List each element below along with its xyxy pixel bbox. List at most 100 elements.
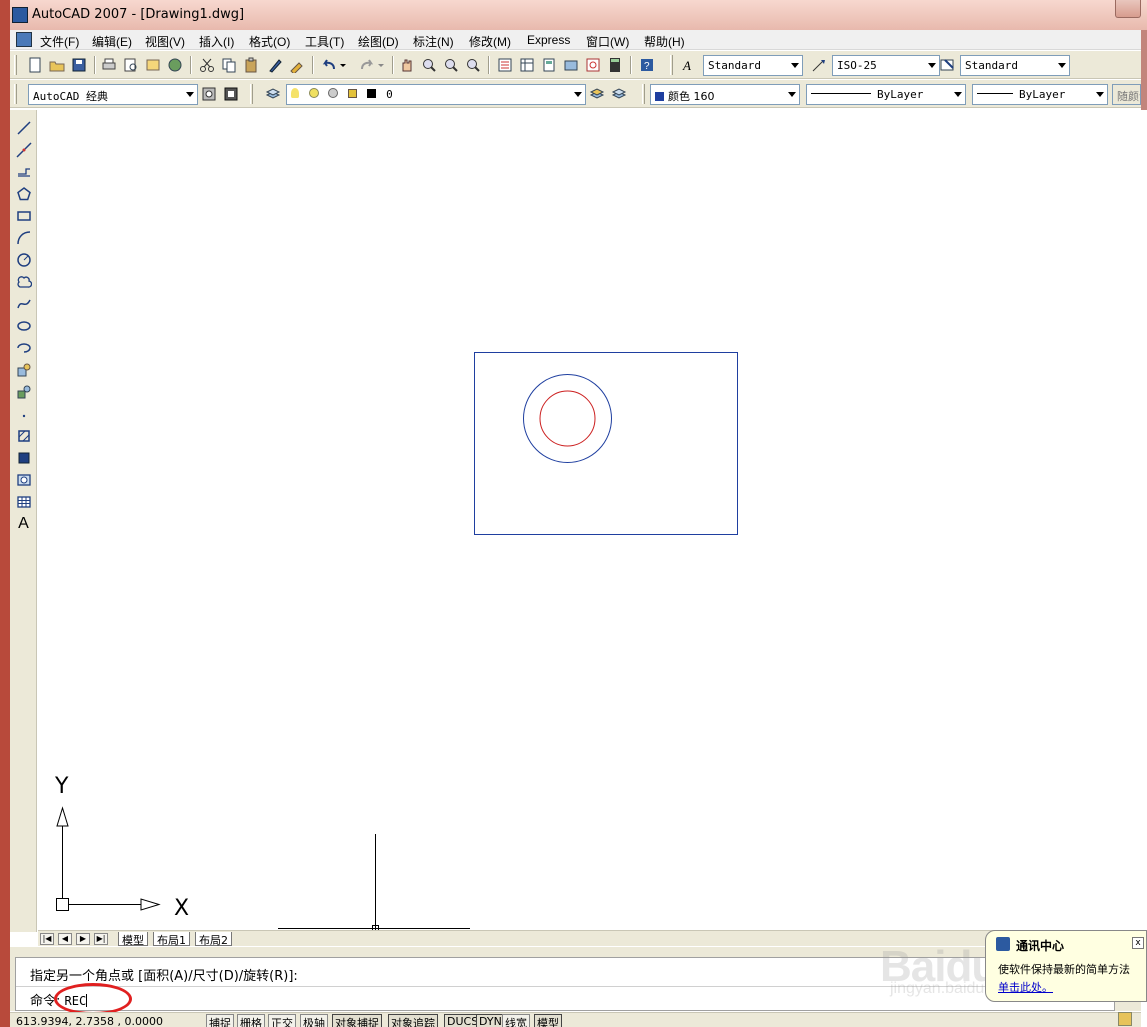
- ortho-toggle[interactable]: 正交: [268, 1014, 296, 1027]
- menu-express[interactable]: Express: [527, 33, 570, 47]
- toolbar-grip[interactable]: [250, 84, 253, 104]
- make-block-icon[interactable]: [14, 382, 33, 401]
- save-icon[interactable]: [70, 56, 88, 74]
- markup-icon[interactable]: [584, 56, 602, 74]
- redo-icon[interactable]: [358, 56, 376, 74]
- color-select[interactable]: 颜色 160: [650, 84, 800, 105]
- toolbar-grip[interactable]: [670, 55, 673, 75]
- tab-layout2[interactable]: 布局2: [195, 932, 232, 947]
- toolbar-grip[interactable]: [14, 84, 17, 104]
- spline-icon[interactable]: [14, 294, 33, 313]
- tab-model[interactable]: 模型: [118, 932, 148, 947]
- menu-file[interactable]: 文件(F): [40, 33, 79, 50]
- point-icon[interactable]: [14, 404, 33, 423]
- undo-dropdown-icon[interactable]: [338, 56, 348, 74]
- autocad-app-icon[interactable]: [12, 7, 28, 23]
- undo-icon[interactable]: [320, 56, 338, 74]
- tab-layout1[interactable]: 布局1: [153, 932, 190, 947]
- make-object-layer-current-icon[interactable]: [588, 85, 606, 103]
- last-tab-icon[interactable]: ▶|: [94, 933, 108, 945]
- help-icon[interactable]: ?: [638, 56, 656, 74]
- construction-line-icon[interactable]: [14, 140, 33, 159]
- open-icon[interactable]: [48, 56, 66, 74]
- hatch-icon[interactable]: [14, 426, 33, 445]
- polygon-icon[interactable]: [14, 184, 33, 203]
- menu-format[interactable]: 格式(O): [249, 33, 290, 50]
- balloon-link[interactable]: 单击此处。: [998, 979, 1053, 995]
- menu-modify[interactable]: 修改(M): [469, 33, 511, 50]
- zoom-realtime-icon[interactable]: [420, 56, 438, 74]
- osnap-toggle[interactable]: 对象捕捉: [332, 1014, 382, 1027]
- line-icon[interactable]: [14, 118, 33, 137]
- redo-dropdown-icon[interactable]: [376, 56, 386, 74]
- communication-center-icon[interactable]: [1118, 1012, 1132, 1026]
- text-style-icon[interactable]: A: [680, 56, 698, 74]
- balloon-close-icon[interactable]: x: [1132, 937, 1144, 949]
- zoom-previous-icon[interactable]: [464, 56, 482, 74]
- lineweight-select[interactable]: ByLayer: [972, 84, 1108, 105]
- otrack-toggle[interactable]: 对象追踪: [388, 1014, 438, 1027]
- sheet-set-icon[interactable]: [562, 56, 580, 74]
- 3d-dwf-icon[interactable]: [166, 56, 184, 74]
- drawn-outer-circle[interactable]: [523, 374, 612, 463]
- ellipse-icon[interactable]: [14, 316, 33, 335]
- rectangle-icon[interactable]: [14, 206, 33, 225]
- workspace-save-icon[interactable]: [222, 85, 240, 103]
- minimize-button[interactable]: [1115, 0, 1141, 18]
- zoom-window-icon[interactable]: [442, 56, 460, 74]
- circle-icon[interactable]: [14, 250, 33, 269]
- menu-draw[interactable]: 绘图(D): [358, 33, 399, 50]
- menu-window[interactable]: 窗口(W): [586, 33, 629, 50]
- layer-select[interactable]: 0: [286, 84, 586, 105]
- region-icon[interactable]: [14, 470, 33, 489]
- tool-palettes-icon[interactable]: [540, 56, 558, 74]
- polyline-icon[interactable]: [14, 162, 33, 181]
- ellipse-arc-icon[interactable]: [14, 338, 33, 357]
- dyn-toggle[interactable]: DYN: [476, 1014, 505, 1027]
- menu-view[interactable]: 视图(V): [145, 33, 185, 50]
- publish-icon[interactable]: [144, 56, 162, 74]
- menu-help[interactable]: 帮助(H): [644, 33, 685, 50]
- layer-viewport-freeze-icon[interactable]: [328, 88, 339, 98]
- workspace-select[interactable]: AutoCAD 经典: [28, 84, 198, 105]
- layer-lock-icon[interactable]: [347, 89, 357, 98]
- polar-toggle[interactable]: 极轴: [300, 1014, 328, 1027]
- lineweight-toggle[interactable]: 线宽: [502, 1014, 530, 1027]
- model-toggle[interactable]: 模型: [534, 1014, 562, 1027]
- plot-icon[interactable]: [100, 56, 118, 74]
- design-center-icon[interactable]: [518, 56, 536, 74]
- next-tab-icon[interactable]: ▶: [76, 933, 90, 945]
- workspace-settings-icon[interactable]: [200, 85, 218, 103]
- menu-insert[interactable]: 插入(I): [199, 33, 234, 50]
- multiline-text-icon[interactable]: A: [14, 514, 33, 533]
- text-style-select[interactable]: Standard: [703, 55, 803, 76]
- arc-icon[interactable]: [14, 228, 33, 247]
- menu-dimension[interactable]: 标注(N): [413, 33, 454, 50]
- command-window[interactable]: 指定另一个角点或 [面积(A)/尺寸(D)/旋转(R)]: 命令: REC: [15, 957, 1115, 1011]
- menu-edit[interactable]: 编辑(E): [92, 33, 132, 50]
- layer-on-icon[interactable]: [291, 88, 299, 98]
- cursor-coordinates[interactable]: 613.9394, 2.7358 , 0.0000: [16, 1015, 163, 1027]
- paste-icon[interactable]: [242, 56, 260, 74]
- table-icon[interactable]: [14, 492, 33, 511]
- layer-freeze-icon[interactable]: [308, 88, 319, 98]
- layer-manager-icon[interactable]: [264, 85, 282, 103]
- prev-tab-icon[interactable]: ◀: [58, 933, 72, 945]
- dim-style-icon[interactable]: [810, 56, 828, 74]
- gradient-icon[interactable]: [14, 448, 33, 467]
- drawn-rectangle[interactable]: [474, 352, 738, 535]
- drawn-inner-circle[interactable]: [539, 390, 596, 447]
- linetype-select[interactable]: ByLayer: [806, 84, 966, 105]
- new-icon[interactable]: [26, 56, 44, 74]
- table-style-select[interactable]: Standard: [960, 55, 1070, 76]
- snap-toggle[interactable]: 捕捉: [206, 1014, 234, 1027]
- plot-preview-icon[interactable]: [122, 56, 140, 74]
- revision-cloud-icon[interactable]: [14, 272, 33, 291]
- layer-previous-icon[interactable]: [610, 85, 628, 103]
- match-properties-icon[interactable]: [266, 56, 284, 74]
- first-tab-icon[interactable]: |◀: [40, 933, 54, 945]
- dim-style-select[interactable]: ISO-25: [832, 55, 940, 76]
- toolbar-grip[interactable]: [14, 55, 17, 75]
- copy-icon[interactable]: [220, 56, 238, 74]
- communication-center-balloon[interactable]: 通讯中心 x 使软件保持最新的简单方法 单击此处。: [985, 930, 1147, 1002]
